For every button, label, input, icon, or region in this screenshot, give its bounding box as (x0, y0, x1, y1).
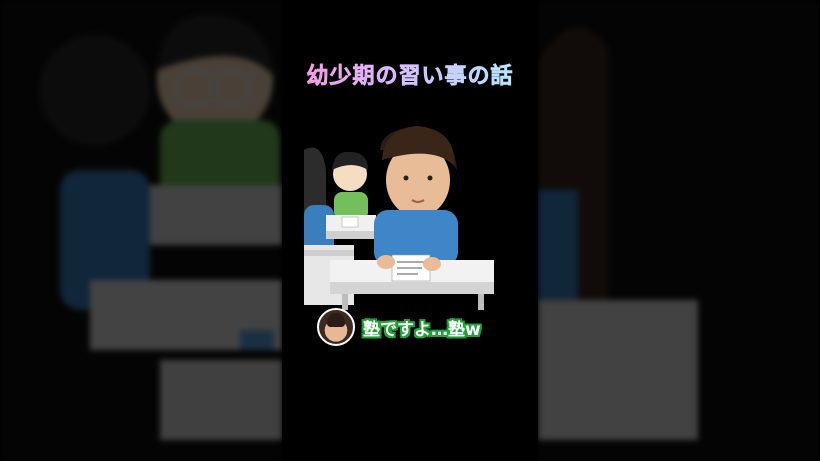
video-frame[interactable]: 幼少期の習い事の話 塾ですよ…塾w (282, 0, 538, 461)
subtitle-text: 塾ですよ…塾w (363, 319, 481, 340)
subtitle-row: 塾ですよ…塾w (317, 308, 481, 346)
blurred-background-left (0, 0, 282, 461)
blurred-background-right (538, 0, 820, 461)
classroom-illustration (304, 126, 494, 310)
person-avatar-icon (317, 308, 355, 346)
